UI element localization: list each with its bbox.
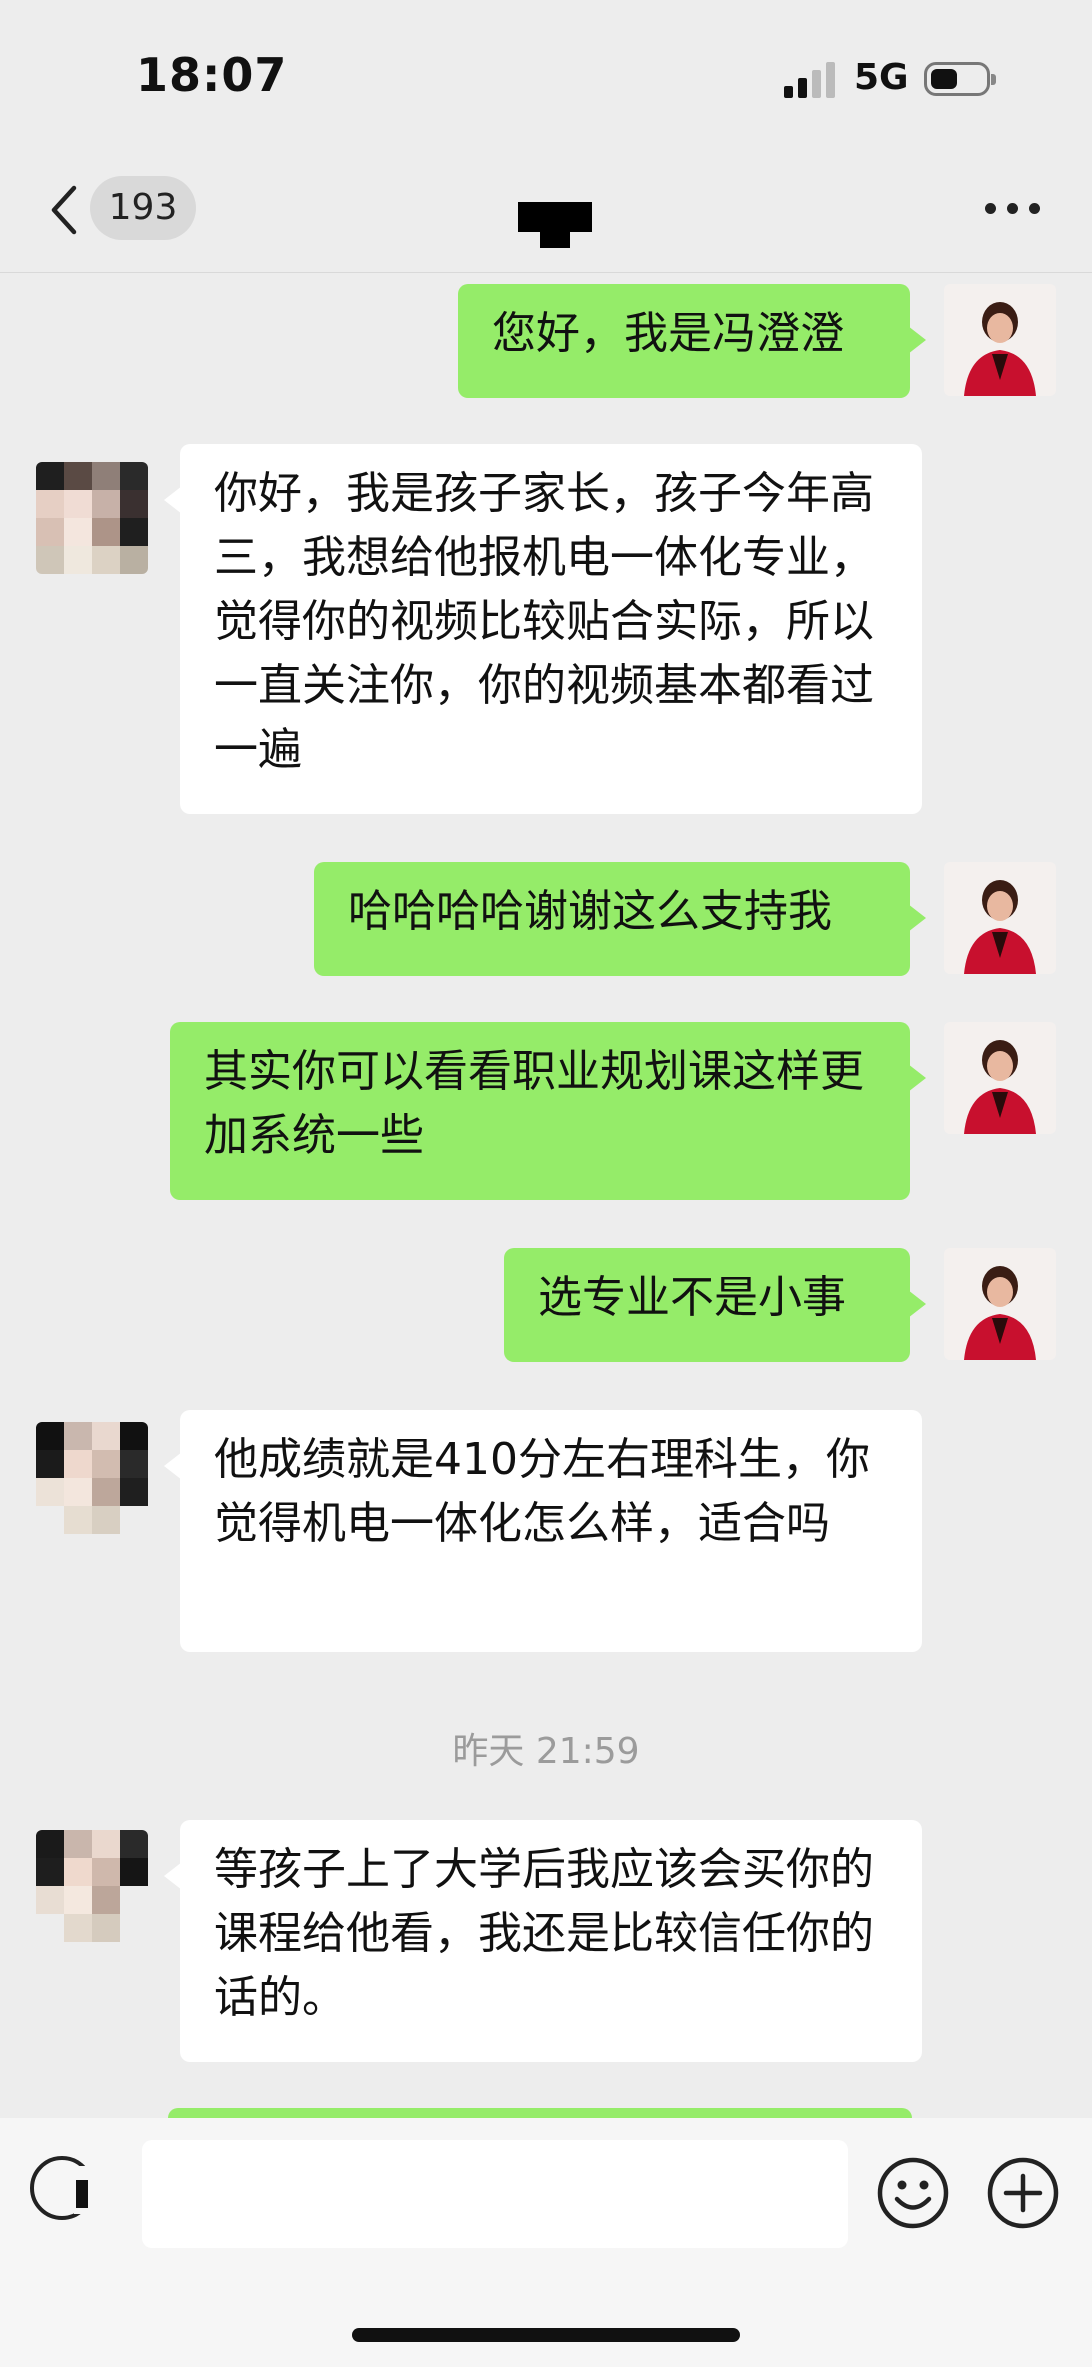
status-bar: 18:07 5G — [0, 0, 1092, 150]
signal-strength-icon — [784, 62, 838, 98]
message-text: 等孩子上了大学后我应该会买你的课程给他看，我还是比较信任你的话的。 — [214, 1844, 874, 2023]
emoji-icon[interactable] — [876, 2156, 950, 2230]
my-avatar[interactable] — [944, 1248, 1056, 1360]
message-text: 你好，我是孩子家长，孩子今年高三，我想给他报机电一体化专业，觉得你的视频比较贴合… — [214, 468, 874, 775]
contact-message-bubble[interactable]: 你好，我是孩子家长，孩子今年高三，我想给他报机电一体化专业，觉得你的视频比较贴合… — [164, 444, 922, 814]
chat-header: 193 — [0, 150, 1092, 273]
battery-icon — [924, 62, 996, 96]
message-text: 他成绩就是410分左右理科生，你觉得机电一体化怎么样，适合吗 — [214, 1434, 870, 1549]
my-avatar[interactable] — [944, 1022, 1056, 1134]
my-message-bubble[interactable]: 哈哈哈哈谢谢这么支持我 — [314, 862, 926, 976]
my-message-bubble[interactable]: 您好，我是冯澄澄 — [458, 284, 926, 398]
message-text: 您好，我是冯澄澄 — [492, 308, 844, 359]
contact-message-bubble[interactable]: 等孩子上了大学后我应该会买你的课程给他看，我还是比较信任你的话的。 — [164, 1820, 922, 2062]
contact-avatar[interactable] — [36, 1830, 148, 1942]
redacted-chat-title-lower — [540, 232, 570, 248]
voice-icon[interactable] — [30, 2156, 104, 2220]
unread-count-badge[interactable]: 193 — [90, 176, 196, 240]
contact-avatar[interactable] — [36, 1422, 148, 1534]
message-text: 其实你可以看看职业规划课这样更加系统一些 — [204, 1046, 864, 1161]
message-text: 哈哈哈哈谢谢这么支持我 — [348, 886, 832, 937]
home-indicator[interactable] — [352, 2328, 740, 2342]
message-input[interactable] — [142, 2140, 848, 2248]
my-message-bubble[interactable]: 其实你可以看看职业规划课这样更加系统一些 — [170, 1022, 926, 1200]
redacted-chat-title — [518, 202, 592, 232]
more-icon[interactable] — [985, 200, 1041, 220]
message-text: 选专业不是小事 — [538, 1272, 846, 1323]
plus-icon[interactable] — [986, 2156, 1060, 2230]
back-chevron-icon[interactable] — [44, 180, 84, 240]
my-avatar[interactable] — [944, 284, 1056, 396]
my-avatar[interactable] — [944, 862, 1056, 974]
message-timestamp: 昨天 21:59 — [452, 1731, 640, 1772]
contact-message-bubble[interactable]: 他成绩就是410分左右理科生，你觉得机电一体化怎么样，适合吗 — [164, 1410, 922, 1652]
contact-avatar[interactable] — [36, 462, 148, 574]
my-message-bubble[interactable]: 选专业不是小事 — [504, 1248, 926, 1362]
network-type: 5G — [854, 57, 909, 98]
status-time: 18:07 — [136, 48, 288, 102]
